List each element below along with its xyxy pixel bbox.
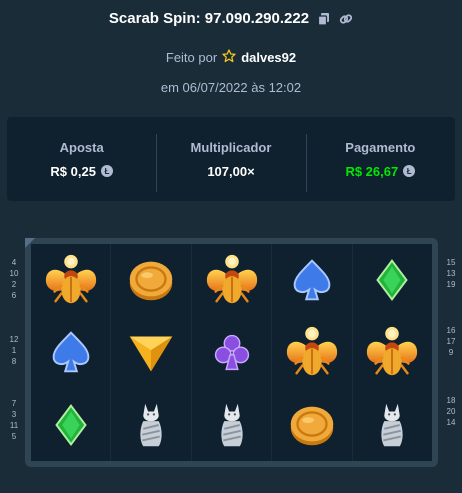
multiplier-value: 107,00× [207, 163, 255, 179]
payline-number: 15 [446, 258, 456, 267]
payline-number: 6 [11, 291, 17, 300]
payline-number: 3 [11, 410, 17, 419]
payline-numbers-right-2: 16 17 9 [441, 325, 461, 358]
reels [31, 244, 432, 461]
spade-icon [31, 316, 110, 388]
payline-number: 7 [11, 399, 17, 408]
payline-number: 17 [446, 337, 456, 346]
copy-icon[interactable] [317, 12, 331, 26]
slot-board [25, 238, 438, 467]
author-line: Feito por dalves92 [0, 49, 462, 66]
payout-stat: Pagamento R$ 26,67 Ł [305, 133, 455, 192]
stats-panel: Aposta R$ 0,25 Ł Multiplicador 107,00× P… [7, 117, 455, 201]
payline-number: 16 [446, 326, 456, 335]
club-icon [192, 316, 271, 388]
payout-value-row: R$ 26,67 Ł [345, 163, 416, 179]
scarab-icon [192, 244, 271, 316]
cat-icon [111, 389, 190, 461]
bet-value: R$ 0,25 [50, 163, 96, 179]
scarab-icon [272, 316, 351, 388]
payline-number: 10 [9, 269, 19, 278]
payline-number: 2 [11, 280, 17, 289]
payout-label: Pagamento [345, 139, 416, 155]
payline-number: 1 [11, 346, 17, 355]
username-link[interactable]: dalves92 [241, 50, 296, 65]
bet-stat: Aposta R$ 0,25 Ł [7, 140, 156, 179]
multiplier-value-row: 107,00× [207, 164, 254, 179]
litecoin-icon: Ł [100, 165, 113, 177]
payline-number: 13 [446, 269, 456, 278]
reel-3 [192, 244, 273, 461]
bet-label: Aposta [59, 139, 104, 155]
link-icon[interactable] [339, 12, 353, 26]
star-icon [222, 49, 236, 66]
payline-numbers-left-3: 7 3 11 5 [4, 398, 24, 442]
payline-numbers-right-3: 18 20 14 [441, 395, 461, 428]
payline-number: 5 [11, 432, 17, 441]
coin-icon [111, 244, 190, 316]
payline-number: 12 [9, 335, 19, 344]
multiplier-label: Multiplicador [190, 139, 272, 155]
made-by-label: Feito por [165, 50, 218, 65]
payline-number: 18 [446, 396, 456, 405]
triangle-icon [111, 316, 190, 388]
date-line: em 06/07/2022 às 12:02 [160, 80, 302, 95]
payline-number: 14 [446, 418, 456, 427]
bet-value-row: R$ 0,25 Ł [50, 164, 113, 179]
coin-icon [272, 389, 351, 461]
reel-5 [353, 244, 432, 461]
scarab-icon [353, 316, 432, 388]
diamond-icon [31, 389, 110, 461]
payline-numbers-left-2: 12 1 8 [4, 334, 24, 367]
payline-number: 4 [11, 258, 17, 267]
spade-icon [272, 244, 351, 316]
reel-4 [272, 244, 353, 461]
payline-number: 8 [11, 357, 17, 366]
multiplier-stat: Multiplicador 107,00× [156, 133, 305, 192]
cat-icon [192, 389, 271, 461]
payline-numbers-right-1: 15 13 19 [441, 257, 461, 290]
payline-number: 20 [446, 407, 456, 416]
reel-2 [111, 244, 192, 461]
diamond-icon [353, 244, 432, 316]
payout-value: R$ 26,67 [345, 163, 399, 179]
scarab-icon [31, 244, 110, 316]
game-title: Scarab Spin: 97.090.290.222 [108, 10, 310, 27]
reel-1 [31, 244, 112, 461]
title-row: Scarab Spin: 97.090.290.222 [0, 10, 462, 27]
payline-number: 9 [448, 348, 454, 357]
payline-number: 11 [9, 421, 19, 430]
cat-icon [353, 389, 432, 461]
litecoin-icon: Ł [403, 165, 416, 177]
payline-number: 19 [446, 280, 456, 289]
payline-numbers-left-1: 4 10 2 6 [4, 257, 24, 301]
